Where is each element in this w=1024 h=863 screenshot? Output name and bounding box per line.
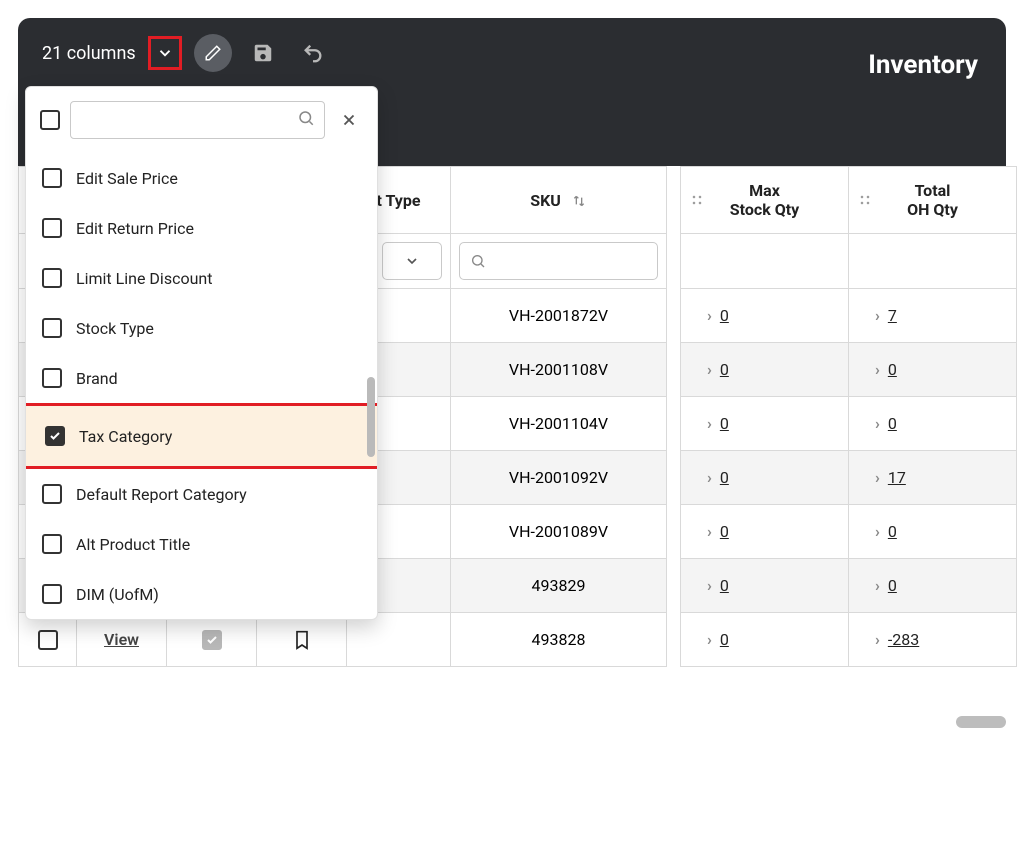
page-title: Inventory	[868, 50, 978, 80]
search-icon	[297, 109, 315, 131]
pencil-icon	[204, 44, 222, 62]
expand-icon[interactable]: ›	[707, 630, 712, 649]
horizontal-scrollbar-thumb[interactable]	[956, 716, 1006, 728]
column-option-label: Default Report Category	[76, 485, 247, 504]
total-oh-cell[interactable]: ›7	[849, 289, 1017, 343]
checkbox[interactable]	[42, 318, 62, 338]
column-option-label: DIM (UofM)	[76, 585, 159, 604]
sku-cell: 493828	[451, 613, 667, 667]
checkbox[interactable]	[42, 218, 62, 238]
save-icon	[252, 42, 274, 64]
total-oh-cell[interactable]: ›17	[849, 451, 1017, 505]
max-stock-cell[interactable]: ›0	[681, 397, 849, 451]
scrollbar-thumb[interactable]	[367, 377, 375, 457]
max-stock-filter	[681, 234, 849, 289]
col-total-oh[interactable]: Total OH Qty	[849, 167, 1017, 234]
total-oh-cell[interactable]: ›0	[849, 343, 1017, 397]
expand-icon[interactable]: ›	[707, 522, 712, 541]
total-oh-filter	[849, 234, 1017, 289]
total-oh-cell[interactable]: ›0	[849, 505, 1017, 559]
view-link[interactable]: View	[104, 630, 139, 649]
checkbox[interactable]	[42, 368, 62, 388]
bookmark-outline-icon[interactable]	[292, 628, 312, 652]
checkbox[interactable]	[42, 484, 62, 504]
checkbox[interactable]	[42, 534, 62, 554]
column-option[interactable]: Tax Category	[26, 403, 377, 469]
max-stock-cell[interactable]: ›0	[681, 559, 849, 613]
column-search-input[interactable]	[70, 101, 325, 139]
expand-icon[interactable]: ›	[707, 468, 712, 487]
close-panel-button[interactable]	[335, 106, 363, 134]
row-checkbox[interactable]	[38, 630, 58, 650]
expand-icon[interactable]: ›	[875, 414, 880, 433]
column-option-label: Brand	[76, 369, 118, 388]
checkbox[interactable]	[42, 584, 62, 604]
max-stock-cell[interactable]: ›0	[681, 613, 849, 667]
expand-icon[interactable]: ›	[707, 414, 712, 433]
max-stock-cell[interactable]: ›0	[681, 343, 849, 397]
column-option[interactable]: Brand	[26, 353, 377, 403]
col-gap	[667, 167, 681, 234]
checkbox[interactable]	[45, 426, 65, 446]
expand-icon[interactable]: ›	[875, 306, 880, 325]
expand-icon[interactable]: ›	[875, 468, 880, 487]
col-sku[interactable]: SKU	[451, 167, 667, 234]
max-stock-cell[interactable]: ›0	[681, 505, 849, 559]
expand-icon[interactable]: ›	[875, 360, 880, 379]
column-option[interactable]: Alt Product Title	[26, 519, 377, 569]
sku-cell: VH-2001104V	[451, 397, 667, 451]
chevron-down-icon	[156, 44, 174, 62]
sku-cell: VH-2001092V	[451, 451, 667, 505]
expand-icon[interactable]: ›	[875, 630, 880, 649]
column-option-label: Stock Type	[76, 319, 154, 338]
max-stock-cell[interactable]: ›0	[681, 289, 849, 343]
column-search[interactable]	[70, 101, 325, 139]
sort-icon[interactable]	[571, 193, 587, 209]
column-option[interactable]: Default Report Category	[26, 469, 377, 519]
select-all-checkbox[interactable]	[40, 110, 60, 130]
col-max-stock[interactable]: Max Stock Qty	[681, 167, 849, 234]
expand-icon[interactable]: ›	[707, 360, 712, 379]
column-option-label: Limit Line Discount	[76, 269, 212, 288]
sku-cell: VH-2001108V	[451, 343, 667, 397]
expand-icon[interactable]: ›	[875, 522, 880, 541]
edit-button[interactable]	[194, 34, 232, 72]
sku-cell: 493829	[451, 559, 667, 613]
column-option[interactable]: Edit Return Price	[26, 203, 377, 253]
sku-cell: VH-2001089V	[451, 505, 667, 559]
sku-cell: VH-2001872V	[451, 289, 667, 343]
checkbox[interactable]	[42, 268, 62, 288]
column-option[interactable]: Stock Type	[26, 303, 377, 353]
column-option-label: Edit Return Price	[76, 219, 194, 238]
search-icon	[470, 253, 486, 269]
table-row: View 493828 ›0›-283	[19, 613, 1017, 667]
column-option-label: Tax Category	[79, 427, 172, 446]
active-toggle[interactable]	[202, 630, 222, 650]
max-stock-cell[interactable]: ›0	[681, 451, 849, 505]
column-option-label: Edit Sale Price	[76, 169, 178, 188]
column-option[interactable]: DIM (UofM)	[26, 569, 377, 619]
checkbox[interactable]	[42, 168, 62, 188]
columns-dropdown-panel: Edit Sale Price Edit Return Price Limit Li…	[25, 86, 378, 620]
save-button[interactable]	[244, 34, 282, 72]
columns-dropdown-toggle[interactable]	[148, 36, 182, 70]
column-option-label: Alt Product Title	[76, 535, 190, 554]
chevron-down-icon	[404, 253, 420, 269]
total-oh-cell[interactable]: ›-283	[849, 613, 1017, 667]
expand-icon[interactable]: ›	[707, 306, 712, 325]
total-oh-cell[interactable]: ›0	[849, 559, 1017, 613]
undo-button[interactable]	[294, 34, 332, 72]
expand-icon[interactable]: ›	[875, 576, 880, 595]
columns-count-label: 21 columns	[42, 43, 136, 64]
sku-filter[interactable]	[451, 234, 667, 289]
expand-icon[interactable]: ›	[707, 576, 712, 595]
undo-icon	[302, 42, 324, 64]
column-option[interactable]: Limit Line Discount	[26, 253, 377, 303]
total-oh-cell[interactable]: ›0	[849, 397, 1017, 451]
column-option[interactable]: Edit Sale Price	[26, 153, 377, 203]
close-icon	[340, 111, 358, 129]
